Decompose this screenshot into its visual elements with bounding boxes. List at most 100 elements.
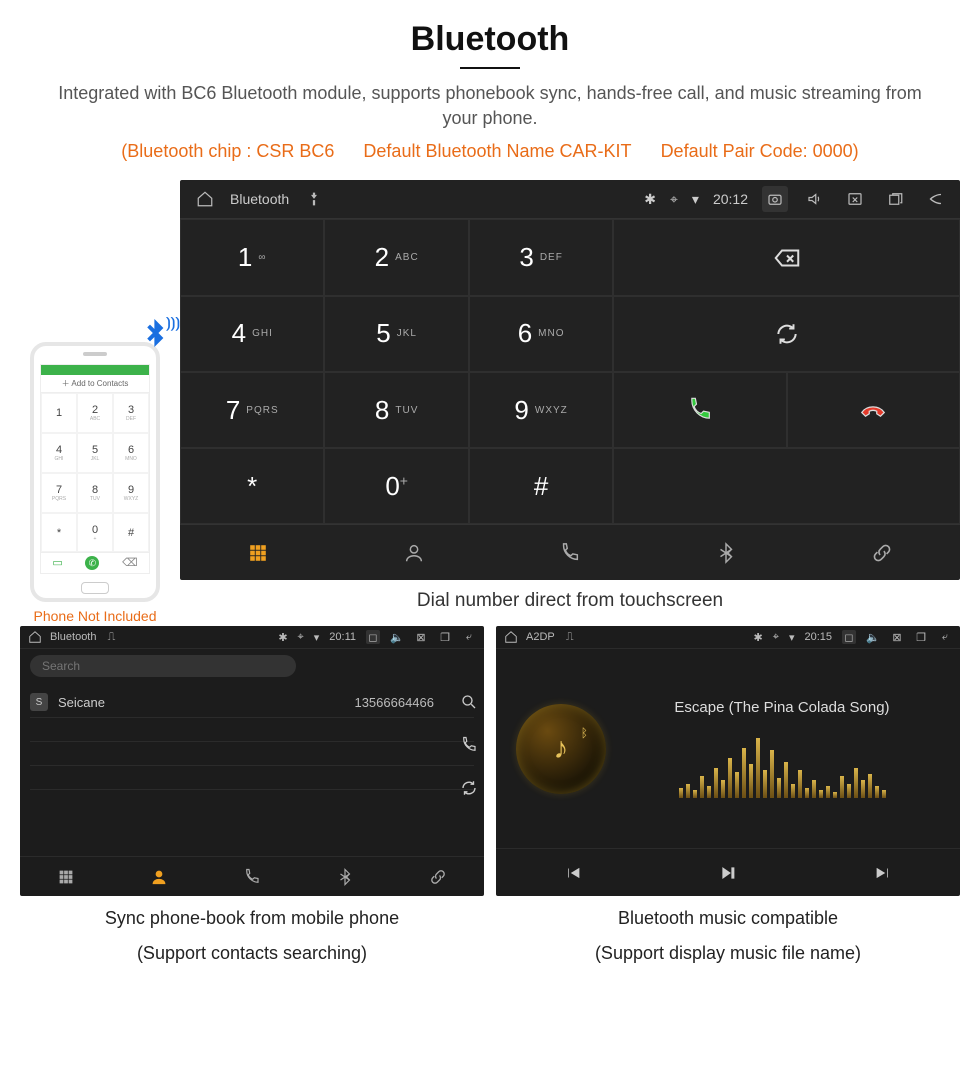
recent-apps-icon[interactable] [882,186,908,212]
eq-bar [826,786,830,798]
mini-key: 6MNO [113,433,149,473]
eq-bar [791,784,795,798]
eq-bar [854,768,858,798]
search-icon[interactable] [460,693,478,714]
status-bar: Bluetooth ✱ ⌖ ▾ 20:12 [180,180,960,219]
eq-bar [868,774,872,798]
eq-bar [686,784,690,798]
nav-contacts[interactable] [113,857,206,896]
nav-bluetooth[interactable] [648,525,804,580]
dial-key-6[interactable]: 6MNO [469,296,613,372]
eq-bar [875,786,879,798]
play-pause-button[interactable] [651,849,806,896]
search-input[interactable] [30,655,296,677]
eq-bar [833,792,837,798]
volume-icon[interactable] [802,186,828,212]
dial-key-0[interactable]: 0+ [324,448,468,524]
screenshot-icon[interactable]: ◻ [842,630,856,644]
contact-initial: S [30,693,48,711]
dial-key-8[interactable]: 8TUV [324,372,468,448]
close-app-icon[interactable]: ⊠ [890,630,904,644]
nav-dialpad[interactable] [20,857,113,896]
eq-bar [707,786,711,798]
recent-apps-icon[interactable]: ❐ [438,630,452,644]
contact-number: 13566664466 [354,695,434,710]
back-icon[interactable]: ⤶ [462,630,476,644]
spec-line: (Bluetooth chip : CSR BC6 Default Blueto… [0,141,980,162]
mini-key: * [41,513,77,553]
screenshot-icon[interactable] [762,186,788,212]
close-app-icon[interactable]: ⊠ [414,630,428,644]
dial-key-7[interactable]: 7PQRS [180,372,324,448]
bluetooth-icon: ⟯⟯⟯ [140,318,170,356]
mini-key: 1 [41,393,77,433]
add-to-contacts: ＋ Add to Contacts [41,375,149,393]
contact-list: S Seicane 13566664466 [20,683,484,856]
close-app-icon[interactable] [842,186,868,212]
hangup-button[interactable] [787,372,960,448]
spec-chip: (Bluetooth chip : CSR BC6 [121,141,334,161]
eq-bar [756,738,760,798]
backspace-button[interactable] [613,219,960,295]
sync-icon[interactable] [460,779,478,800]
mini-key: # [113,513,149,553]
eq-bar [770,750,774,798]
nav-contacts[interactable] [336,525,492,580]
wifi-icon: ▾ [692,191,699,208]
wifi-icon: ▾ [314,631,320,644]
wifi-icon: ▾ [789,631,795,644]
eq-bar [742,748,746,798]
dial-key-#[interactable]: # [469,448,613,524]
contact-name: Seicane [58,695,105,710]
nav-bluetooth[interactable] [298,857,391,896]
home-icon[interactable] [28,630,42,644]
back-icon[interactable]: ⤶ [938,630,952,644]
screenshot-icon[interactable]: ◻ [366,630,380,644]
nav-pairing[interactable] [804,525,960,580]
home-icon[interactable] [192,186,218,212]
dial-icon: ✆ [85,556,99,570]
dial-key-2[interactable]: 2ABC [324,219,468,295]
next-track-button[interactable] [805,849,960,896]
eq-bar [847,784,851,798]
prev-track-button[interactable] [496,849,651,896]
status-title: Bluetooth [50,631,96,643]
back-icon[interactable] [922,186,948,212]
bottom-nav [180,524,960,580]
call-button[interactable] [613,372,786,448]
nav-recent-calls[interactable] [492,525,648,580]
contact-row[interactable]: S Seicane 13566664466 [30,687,474,718]
eq-bar [728,758,732,798]
nav-dialpad[interactable] [180,525,336,580]
nav-pairing[interactable] [391,857,484,896]
bottom-nav [20,856,484,896]
location-icon: ⌖ [773,631,779,644]
bluetooth-badge-icon: ᛒ [581,726,588,740]
recent-apps-icon[interactable]: ❐ [914,630,928,644]
album-art: ♪ᛒ [516,704,606,794]
eq-bar [840,776,844,798]
message-icon: ▭ [52,556,62,570]
phone-mock: ⟯⟯⟯ ＋ Add to Contacts 12ABC3DEF4GHI5JKL6… [30,342,160,602]
page-title: Bluetooth [0,0,980,59]
nav-recent-calls[interactable] [206,857,299,896]
dial-key-4[interactable]: 4GHI [180,296,324,372]
mini-key: 5JKL [77,433,113,473]
call-icon[interactable] [460,736,478,757]
dial-key-3[interactable]: 3DEF [469,219,613,295]
volume-icon[interactable]: 🔈 [866,630,880,644]
dial-key-1[interactable]: 1∞ [180,219,324,295]
dial-key-5[interactable]: 5JKL [324,296,468,372]
eq-bar [777,778,781,798]
dial-key-*[interactable]: * [180,448,324,524]
sync-button[interactable] [613,296,960,372]
volume-icon[interactable]: 🔈 [390,630,404,644]
status-title: A2DP [526,631,555,643]
backspace-icon: ⌫ [122,556,138,570]
location-icon: ⌖ [298,631,304,644]
home-icon[interactable] [504,630,518,644]
eq-bar [763,770,767,798]
mini-key: 9WXYZ [113,473,149,513]
contact-row-empty [30,742,474,766]
dial-key-9[interactable]: 9WXYZ [469,372,613,448]
